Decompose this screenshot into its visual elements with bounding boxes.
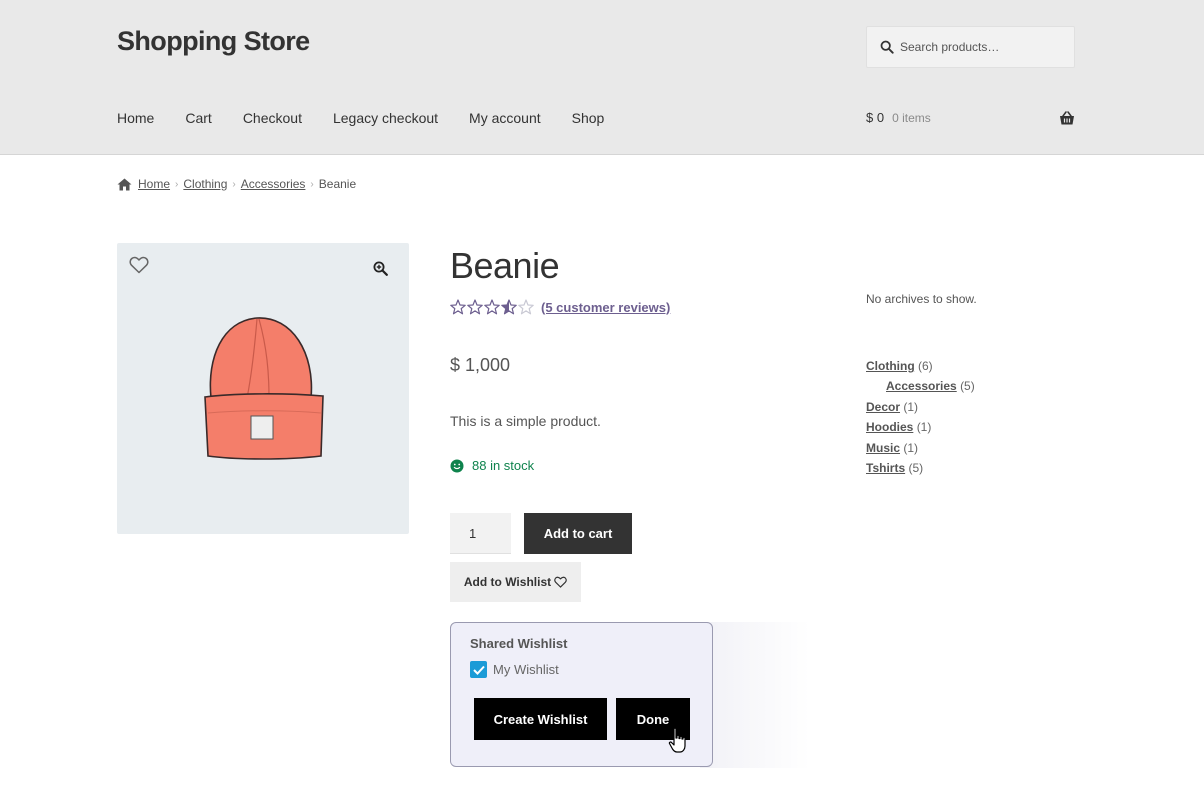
- basket-icon: [1060, 111, 1074, 125]
- category-count: (5): [908, 460, 924, 475]
- site-title[interactable]: Shopping Store: [117, 26, 310, 57]
- search-input[interactable]: [900, 40, 1070, 54]
- smiley-icon: [450, 459, 464, 472]
- star-icon: [450, 299, 466, 315]
- category-item: Clothing (6): [866, 359, 975, 379]
- star-rating: (5 customer reviews): [450, 299, 670, 315]
- category-item: Tshirts (5): [866, 461, 975, 481]
- category-item: Hoodies (1): [866, 420, 975, 440]
- heart-outline-icon: [554, 576, 567, 588]
- product-title: Beanie: [450, 245, 560, 286]
- nav-cart[interactable]: Cart: [185, 110, 211, 126]
- star-icon: [484, 299, 500, 315]
- primary-nav: Home Cart Checkout Legacy checkout My ac…: [117, 110, 635, 126]
- category-link[interactable]: Accessories: [886, 379, 957, 393]
- category-link[interactable]: Hoodies: [866, 420, 913, 434]
- wishlist-option[interactable]: My Wishlist: [470, 661, 559, 678]
- star-icon: [518, 299, 534, 315]
- category-item: Accessories (5): [866, 379, 975, 399]
- category-item: Music (1): [866, 441, 975, 461]
- product-gallery[interactable]: [117, 243, 409, 534]
- popup-shadow: [700, 622, 810, 768]
- zoom-icon[interactable]: [373, 261, 388, 276]
- category-count: (1): [903, 399, 919, 414]
- beanie-image: [204, 317, 324, 460]
- wishlist-checkbox[interactable]: [470, 661, 487, 678]
- star-icon: [501, 299, 517, 315]
- category-link[interactable]: Clothing: [866, 359, 915, 373]
- heart-outline-icon[interactable]: [129, 256, 149, 274]
- reviews-link[interactable]: (5 customer reviews): [541, 300, 670, 315]
- chevron-right-icon: ›: [232, 178, 236, 190]
- category-item: Decor (1): [866, 400, 975, 420]
- stock-status: 88 in stock: [450, 458, 534, 473]
- add-to-cart-button[interactable]: Add to cart: [524, 513, 632, 554]
- add-to-wishlist-label: Add to Wishlist: [463, 575, 552, 589]
- popup-heading: Shared Wishlist: [470, 636, 568, 651]
- search-icon: [880, 40, 894, 54]
- nav-legacy-checkout[interactable]: Legacy checkout: [333, 110, 438, 126]
- breadcrumb-home[interactable]: Home: [138, 177, 170, 191]
- star-icon: [467, 299, 483, 315]
- site-header: Shopping Store Home Cart Checkout Legacy…: [0, 0, 1204, 155]
- archives-empty: No archives to show.: [866, 292, 977, 306]
- cart-count: 0 items: [892, 110, 931, 125]
- check-icon: [472, 665, 485, 675]
- nav-my-account[interactable]: My account: [469, 110, 541, 126]
- rating-stars: [450, 299, 535, 315]
- add-to-wishlist-button[interactable]: Add to Wishlist: [450, 562, 581, 602]
- chevron-right-icon: ›: [175, 178, 179, 190]
- breadcrumb: Home › Clothing › Accessories › Beanie: [117, 177, 356, 191]
- nav-checkout[interactable]: Checkout: [243, 110, 302, 126]
- cart-amount: $ 0: [866, 110, 885, 125]
- category-link[interactable]: Tshirts: [866, 461, 905, 475]
- quantity-input[interactable]: [450, 513, 511, 554]
- category-count: (5): [960, 379, 975, 394]
- category-count: (1): [916, 420, 932, 435]
- nav-shop[interactable]: Shop: [572, 110, 605, 126]
- home-icon: [117, 178, 132, 190]
- mini-cart[interactable]: $ 0 0 items: [866, 110, 1075, 125]
- breadcrumb-clothing[interactable]: Clothing: [183, 177, 227, 191]
- category-count: (6): [918, 359, 933, 373]
- stock-text: 88 in stock: [472, 458, 535, 473]
- category-link[interactable]: Music: [866, 441, 900, 455]
- create-wishlist-button[interactable]: Create Wishlist: [474, 698, 607, 740]
- product-categories: Clothing (6) Accessories (5) Decor (1) Hood…: [866, 359, 975, 481]
- wishlist-option-label: My Wishlist: [493, 662, 559, 677]
- product-price: $ 1,000: [450, 355, 511, 375]
- breadcrumb-current: Beanie: [318, 177, 357, 191]
- hand-cursor-icon: [668, 727, 686, 753]
- nav-home[interactable]: Home: [117, 110, 154, 126]
- product-description: This is a simple product.: [450, 413, 601, 429]
- category-link[interactable]: Decor: [866, 400, 900, 414]
- category-count: (1): [903, 440, 919, 455]
- breadcrumb-accessories[interactable]: Accessories: [241, 177, 306, 191]
- search-box[interactable]: [866, 26, 1075, 68]
- chevron-right-icon: ›: [310, 178, 314, 190]
